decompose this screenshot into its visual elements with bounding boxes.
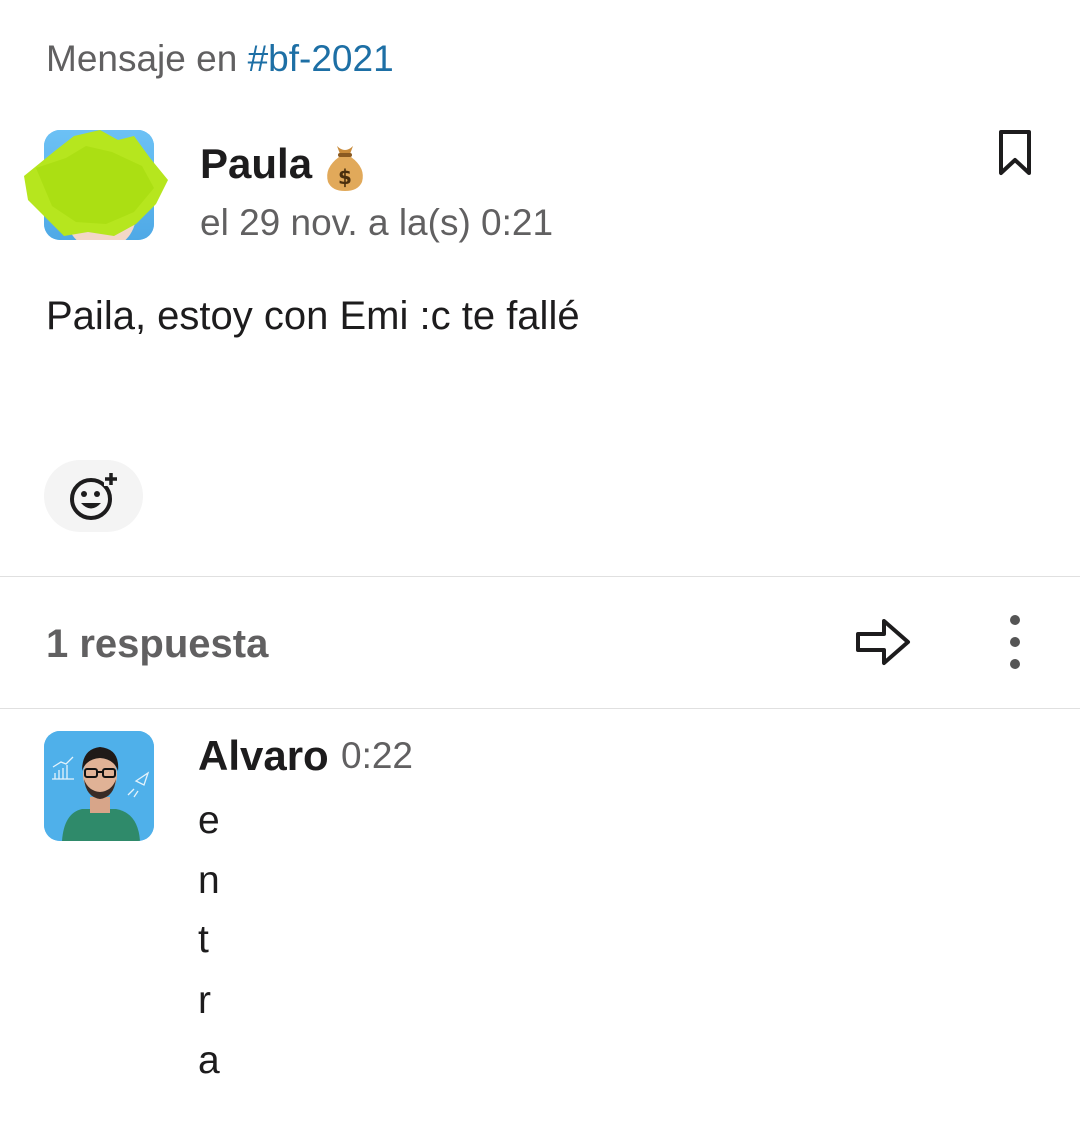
more-options-icon[interactable]	[1000, 612, 1030, 672]
reply-author[interactable]: Alvaro	[198, 732, 329, 780]
avatar-photo	[44, 731, 154, 841]
channel-header: Mensaje en #bf-2021	[46, 38, 394, 80]
svg-text:$: $	[338, 165, 352, 189]
message-author[interactable]: Paula	[200, 140, 312, 188]
message-timestamp[interactable]: el 29 nov. a la(s) 0:21	[200, 202, 553, 244]
avatar[interactable]	[24, 130, 168, 240]
reply-text-line: e	[198, 799, 220, 842]
message-body: Paila, estoy con Emi :c te fallé	[46, 294, 580, 338]
add-emoji-icon	[70, 472, 118, 520]
share-arrow-icon[interactable]	[854, 613, 912, 671]
reply-time[interactable]: 0:22	[341, 735, 413, 777]
reply-text-line: r	[198, 979, 211, 1022]
reply-text-line: t	[198, 918, 209, 961]
divider	[0, 576, 1080, 577]
money-bag-icon: $	[327, 146, 363, 191]
channel-link[interactable]: #bf-2021	[248, 38, 394, 79]
bookmark-icon[interactable]	[996, 128, 1034, 178]
redaction-scribble	[24, 130, 168, 236]
avatar[interactable]	[44, 731, 154, 841]
reply-text-line: n	[198, 859, 220, 902]
add-reaction-button[interactable]	[44, 460, 143, 532]
replies-count: 1 respuesta	[46, 622, 269, 666]
reply-text-line: a	[198, 1039, 220, 1082]
header-prefix: Mensaje en	[46, 38, 248, 79]
divider	[0, 708, 1080, 709]
